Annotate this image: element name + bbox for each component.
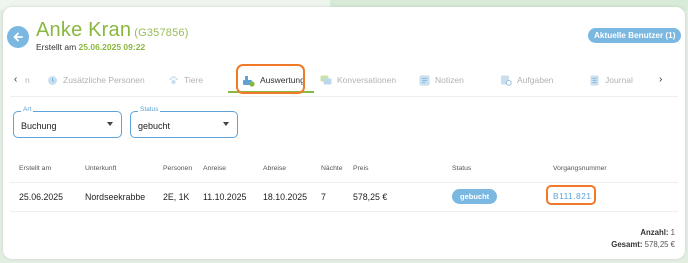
tab-tiere[interactable]: Tiere <box>168 70 203 90</box>
tab-highlight-annotation <box>236 64 305 94</box>
header-preis: Preis <box>353 165 369 172</box>
anzahl-label: Anzahl: <box>640 228 669 237</box>
tab-journal[interactable]: Journal <box>589 70 633 90</box>
art-legend: Art <box>21 106 34 113</box>
tab-aufgaben[interactable]: Aufgaben <box>500 70 553 90</box>
cell-erstellt: 25.06.2025 <box>19 192 64 202</box>
header-erstellt: Erstellt am <box>19 165 52 172</box>
tab-label: Notizen <box>435 75 464 85</box>
tab-bar: ‹ n Zusätzliche Personen Tiere Auswertun… <box>0 66 688 94</box>
cell-unterkunft: Nordseekrabbe <box>85 192 146 202</box>
current-users-button[interactable]: Aktuelle Benutzer (1) <box>588 28 682 43</box>
art-select[interactable]: Art Buchung <box>13 106 122 138</box>
header-status: Status <box>452 165 472 172</box>
tab-konversationen[interactable]: Konversationen <box>320 70 396 90</box>
tabs-next-icon[interactable]: › <box>659 74 662 85</box>
gesamt-value: 578,25 € <box>644 240 675 249</box>
cell-anreise: 11.10.2025 <box>203 192 247 202</box>
arrow-left-icon <box>13 32 23 42</box>
tab-divider <box>10 96 678 97</box>
chat-icon <box>320 75 332 84</box>
gesamt-label: Gesamt: <box>611 240 643 249</box>
caret-down-icon <box>107 122 113 126</box>
header-anreise: Anreise <box>203 165 227 172</box>
back-button[interactable] <box>7 26 29 48</box>
customer-code: (G357856) <box>134 27 189 39</box>
tabs-prev-icon[interactable]: ‹ <box>14 74 17 85</box>
journal-icon <box>590 75 599 85</box>
created-info: Erstellt am 25.06.2025 09:22 <box>36 42 145 52</box>
cell-personen: 2E, 1K <box>163 192 190 202</box>
task-icon <box>501 75 512 86</box>
created-date: 25.06.2025 09:22 <box>78 42 146 52</box>
customer-name: Anke Kran (G357856) <box>36 19 189 42</box>
tab-cut-off[interactable]: n <box>25 75 30 85</box>
caret-down-icon <box>223 122 229 126</box>
header-unterkunft: Unterkunft <box>85 165 117 172</box>
vorgangsnummer-highlight-annotation <box>546 185 596 205</box>
status-badge[interactable]: gebucht <box>452 189 498 204</box>
status-value: gebucht <box>138 121 171 131</box>
tab-label: Aufgaben <box>517 75 554 85</box>
tab-zusaetzliche-personen[interactable]: Zusätzliche Personen <box>47 70 145 90</box>
tab-label: Tiere <box>184 75 204 85</box>
cell-abreise: 18.10.2025 <box>263 192 308 202</box>
clock-icon <box>48 75 57 85</box>
anzahl-value: 1 <box>670 228 675 237</box>
header-naechte: Nächte <box>321 165 343 172</box>
header-personen: Personen <box>163 165 193 172</box>
status-select[interactable]: Status gebucht <box>130 106 238 138</box>
status-legend: Status <box>138 106 161 113</box>
tab-label: Journal <box>605 75 633 85</box>
summary-anzahl: Anzahl: 1 <box>640 228 675 237</box>
art-value: Buchung <box>21 121 57 131</box>
summary-gesamt: Gesamt: 578,25 € <box>611 240 675 249</box>
header-abreise: Abreise <box>263 165 287 172</box>
cell-preis: 578,25 € <box>353 192 388 202</box>
header-vorgangsnummer: Vorgangsnummer <box>553 165 607 172</box>
tab-label: Konversationen <box>337 75 397 85</box>
tab-notizen[interactable]: Notizen <box>419 70 464 90</box>
created-label: Erstellt am <box>36 42 77 52</box>
tab-label: Zusätzliche Personen <box>63 75 145 85</box>
note-icon <box>419 75 430 85</box>
paw-icon <box>169 75 178 84</box>
cell-naechte: 7 <box>321 192 326 202</box>
customer-name-text: Anke Kran <box>36 19 132 41</box>
